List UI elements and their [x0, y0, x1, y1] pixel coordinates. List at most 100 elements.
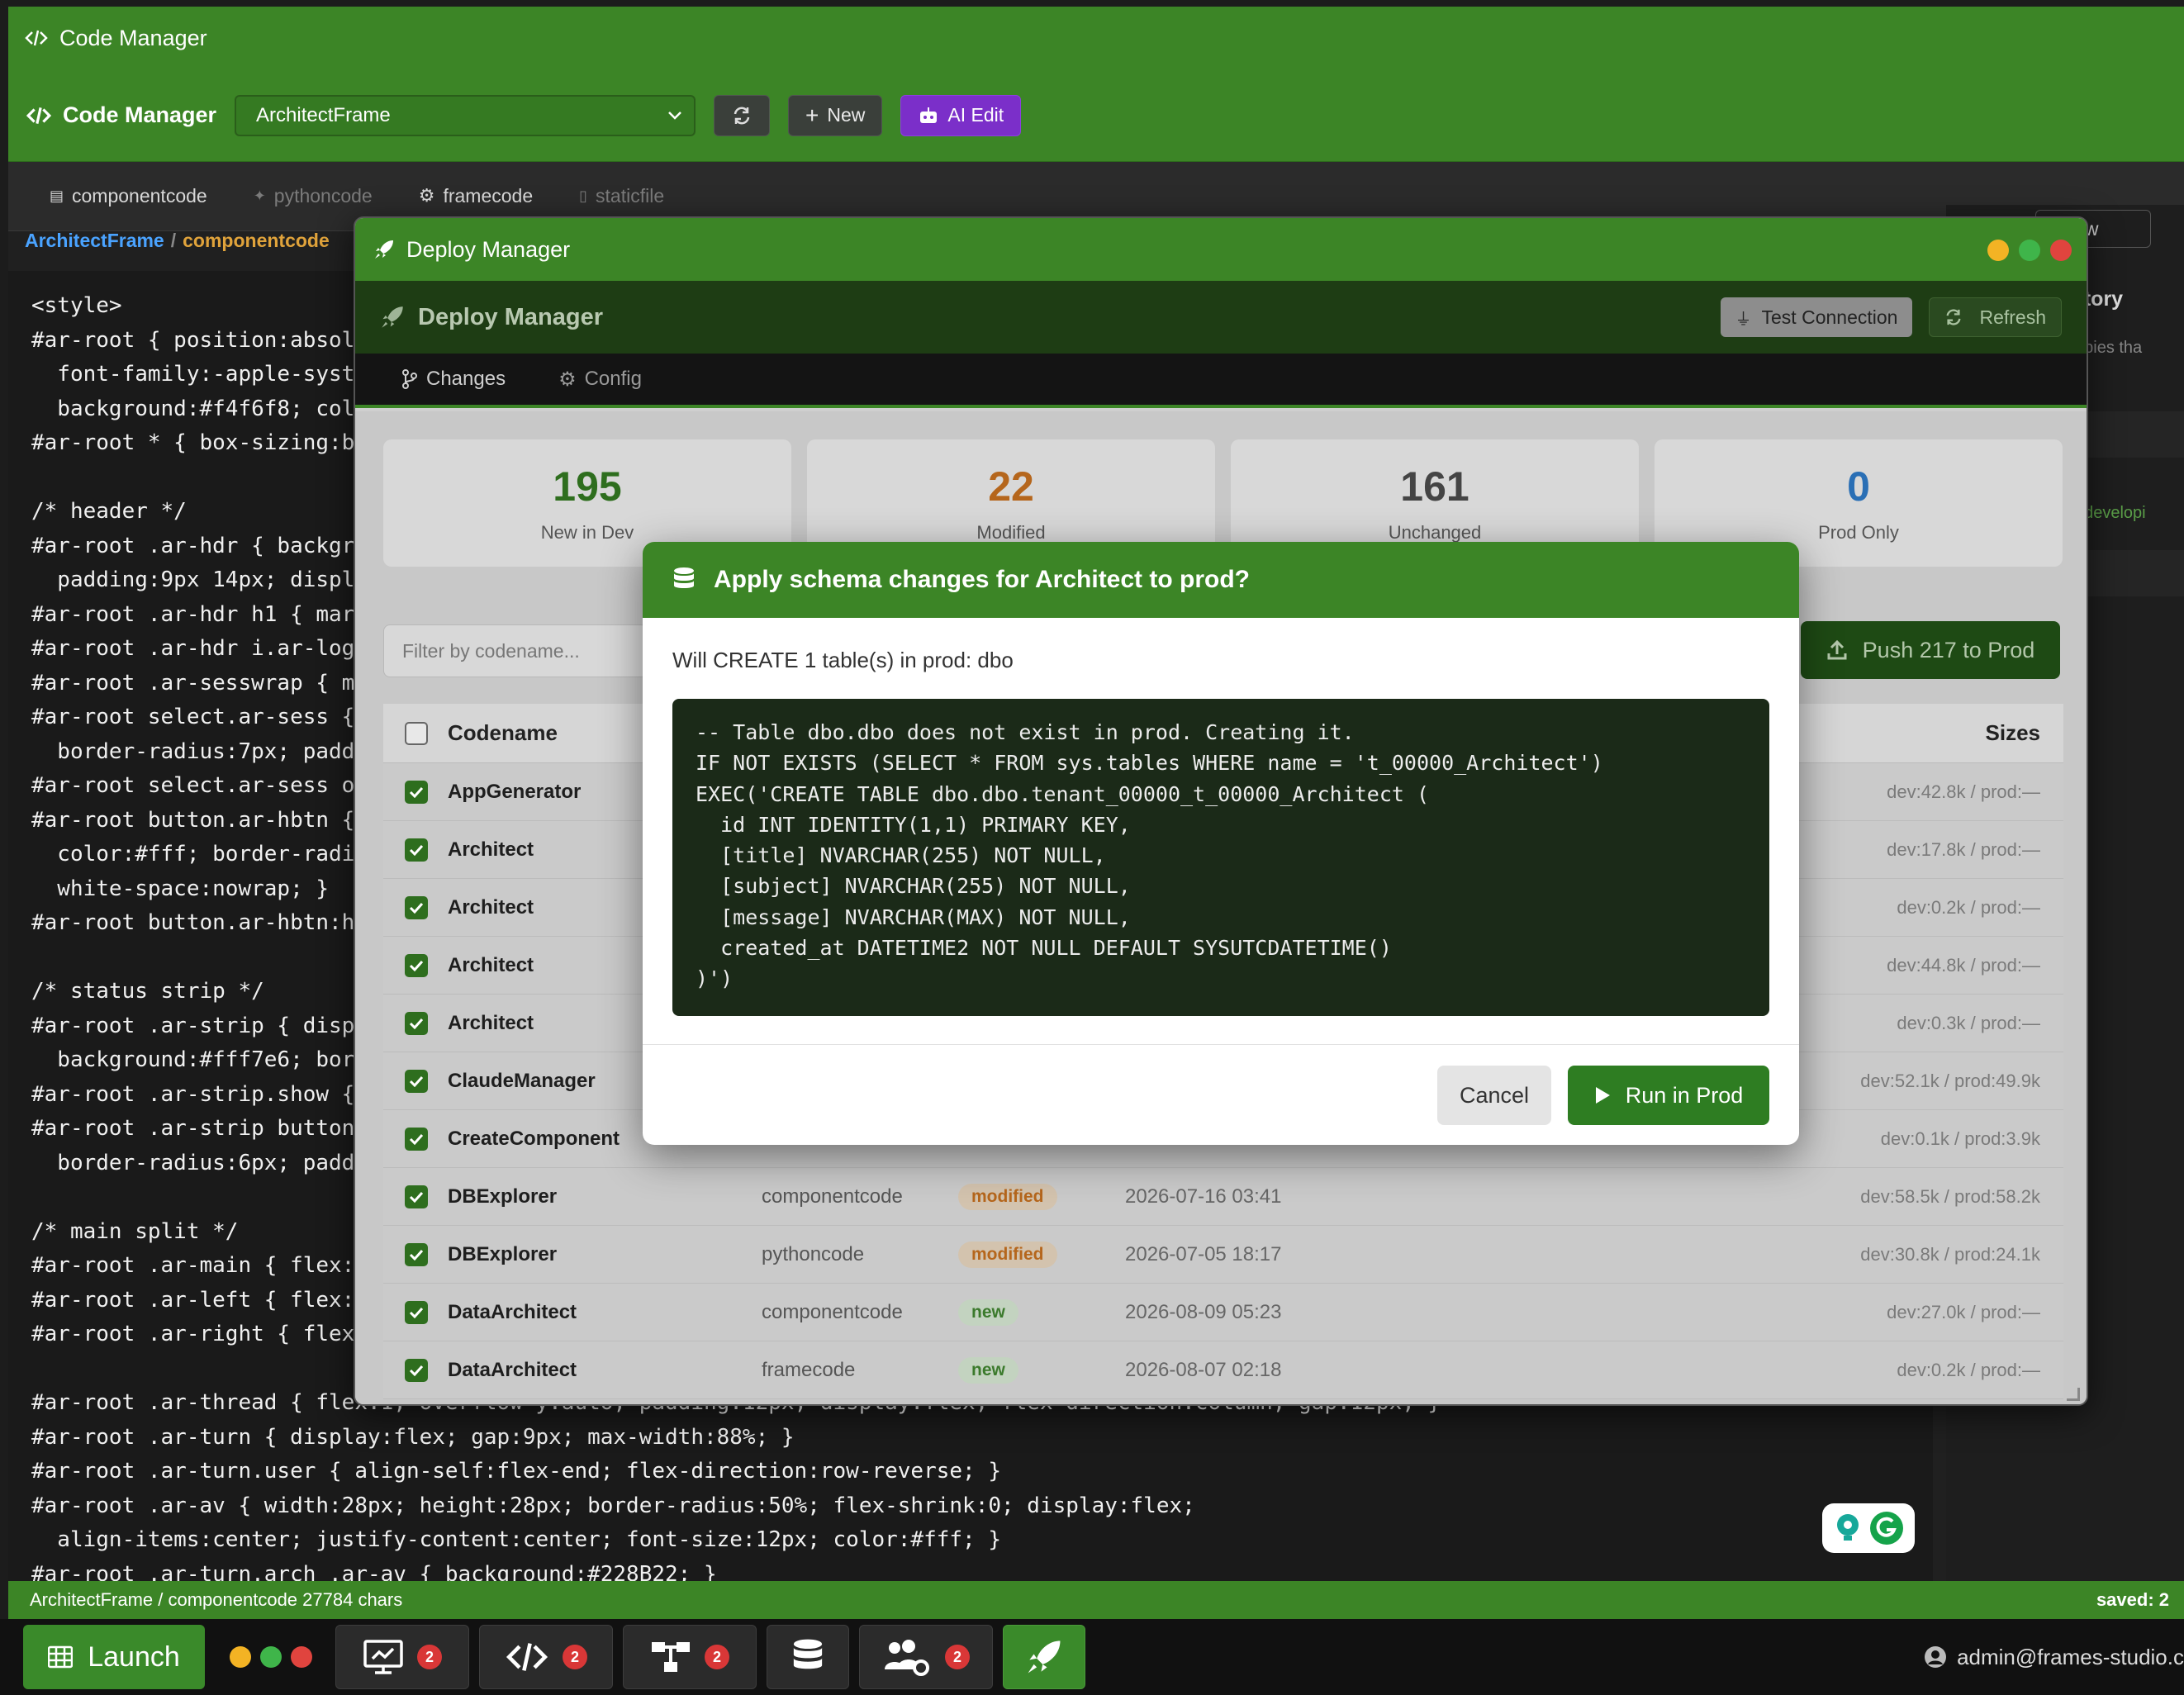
taskbar-item-frames[interactable]: 2 [335, 1625, 469, 1689]
rocket-icon [375, 240, 393, 259]
cancel-label: Cancel [1459, 1082, 1530, 1108]
resize-handle[interactable] [2067, 1388, 2080, 1401]
row-type: componentcode [762, 1300, 903, 1323]
database-icon [793, 1639, 823, 1669]
row-date: 2026-08-09 05:23 [1125, 1300, 1282, 1323]
table-row[interactable]: DataArchitect componentcode new 2026-08-09 … [383, 1284, 2063, 1341]
push-to-prod-button[interactable]: Push 217 to Prod [1801, 621, 2060, 679]
row-codename: DataArchitect [448, 1300, 577, 1323]
deploy-window-title: Deploy Manager [406, 236, 571, 262]
check-icon [409, 902, 424, 914]
refresh-label: Refresh [1979, 306, 2046, 328]
status-badge: new [958, 1356, 1018, 1384]
rocket-icon [1028, 1640, 1061, 1674]
taskbar-item-deploy[interactable] [1003, 1625, 1085, 1689]
deploy-header-actions: ⏚ Test Connection Refresh [1720, 297, 2062, 337]
rocket-icon [382, 306, 403, 328]
check-icon [409, 786, 424, 798]
check-icon [409, 1307, 424, 1318]
status-right: saved: 2 [2096, 1589, 2169, 1610]
row-checkbox[interactable] [405, 1300, 428, 1324]
run-in-prod-button[interactable]: Run in Prod [1568, 1066, 1769, 1125]
row-sizes: dev:44.8k / prod:— [1887, 954, 2040, 976]
deploy-tabs: Changes ⚙ Config [355, 354, 2087, 408]
sql-line: -- Table dbo.dbo does not exist in prod.… [696, 720, 1355, 744]
plug-icon: ⏚ [1735, 310, 1752, 329]
run-label: Run in Prod [1625, 1082, 1744, 1108]
row-date: 2026-07-16 03:41 [1125, 1185, 1282, 1208]
maximize-button[interactable] [2019, 240, 2040, 261]
table-row[interactable]: DBExplorer pythoncode modified 2026-07-05 1… [383, 1226, 2063, 1284]
ai-edit-button[interactable]: AI Edit [900, 94, 1022, 136]
user-account[interactable]: admin@frames-studio.c [1924, 1619, 2184, 1695]
stat-label: Unchanged [1388, 522, 1482, 543]
row-checkbox[interactable] [405, 1242, 428, 1266]
taskbar-item-diagram[interactable]: 2 [623, 1625, 757, 1689]
code-icon [26, 107, 51, 124]
stat-value: 22 [988, 463, 1034, 510]
check-icon [409, 1249, 424, 1261]
table-row[interactable]: DataArchitect framecode new 2026-08-07 02:1… [383, 1341, 2063, 1399]
tab-changes[interactable]: Changes [401, 368, 506, 391]
launch-button[interactable]: Launch [23, 1625, 205, 1689]
breadcrumb-type: componentcode [183, 230, 330, 251]
taskbar-item-database[interactable] [767, 1625, 849, 1689]
row-sizes: dev:0.2k / prod:— [1897, 1359, 2040, 1380]
grammarly-widget[interactable] [1822, 1503, 1915, 1553]
notification-badge: 2 [563, 1645, 587, 1669]
codename-filter-input[interactable]: Filter by codename... [383, 624, 648, 677]
tab-label: componentcode [72, 184, 207, 207]
breadcrumb-frame[interactable]: ArchitectFrame [25, 230, 164, 252]
row-sizes: dev:0.2k / prod:— [1897, 896, 2040, 918]
check-icon [409, 844, 424, 856]
status-left: ArchitectFrame / componentcode 27784 cha… [30, 1589, 403, 1610]
table-row[interactable]: DBExplorer componentcode modified 2026-07-1… [383, 1168, 2063, 1226]
upload-icon [1827, 639, 1847, 660]
new-button[interactable]: + New [788, 94, 883, 136]
refresh-button[interactable]: Refresh [1929, 297, 2062, 337]
tab-config[interactable]: ⚙ Config [558, 368, 642, 392]
row-checkbox[interactable] [405, 953, 428, 977]
tab-componentcode[interactable]: ▤ componentcode [50, 161, 207, 230]
window-title: Code Manager [59, 25, 207, 50]
row-sizes: dev:58.5k / prod:58.2k [1860, 1185, 2040, 1207]
stat-label: Modified [976, 522, 1046, 543]
row-checkbox[interactable] [405, 895, 428, 919]
row-checkbox[interactable] [405, 1127, 428, 1151]
cancel-button[interactable]: Cancel [1437, 1066, 1551, 1125]
test-connection-button[interactable]: ⏚ Test Connection [1720, 297, 1913, 337]
row-checkbox[interactable] [405, 780, 428, 804]
check-icon [409, 1018, 424, 1029]
row-sizes: dev:30.8k / prod:24.1k [1860, 1243, 2040, 1265]
row-checkbox[interactable] [405, 1011, 428, 1035]
reload-button[interactable] [714, 94, 771, 136]
database-icon: ▤ [50, 187, 64, 204]
deploy-header: Deploy Manager ⏚ Test Connection Refresh [355, 281, 2087, 354]
breadcrumb: ArchitectFrame / componentcode [25, 230, 330, 252]
minimize-button[interactable] [1987, 240, 2009, 261]
check-icon [409, 1365, 424, 1376]
play-icon [1595, 1087, 1610, 1104]
python-icon: ✦ [253, 187, 266, 204]
dialog-title: Apply schema changes for Architect to pr… [714, 566, 1250, 593]
notification-badge: 2 [945, 1645, 970, 1669]
stat-label: New in Dev [540, 522, 634, 543]
close-button[interactable] [2050, 240, 2072, 261]
check-icon [409, 960, 424, 971]
tab-label: pythoncode [273, 184, 373, 207]
taskbar-item-code-manager[interactable]: 2 [479, 1625, 613, 1689]
app-logo-text: Code Manager [63, 102, 217, 127]
window-titlebar: Code Manager [8, 7, 2184, 69]
taskbar-item-users[interactable]: 2 [859, 1625, 993, 1689]
check-icon [409, 1133, 424, 1145]
sql-line: [title] NVARCHAR(255) NOT NULL, [696, 843, 1106, 868]
row-checkbox[interactable] [405, 838, 428, 862]
row-checkbox[interactable] [405, 1358, 428, 1382]
deploy-header-title: Deploy Manager [418, 303, 603, 330]
check-icon [409, 1191, 424, 1203]
select-all-checkbox[interactable] [405, 721, 428, 745]
row-sizes: dev:0.1k / prod:3.9k [1880, 1128, 2040, 1149]
row-checkbox[interactable] [405, 1185, 428, 1208]
row-checkbox[interactable] [405, 1069, 428, 1093]
frame-select[interactable]: ArchitectFrame [235, 94, 696, 136]
